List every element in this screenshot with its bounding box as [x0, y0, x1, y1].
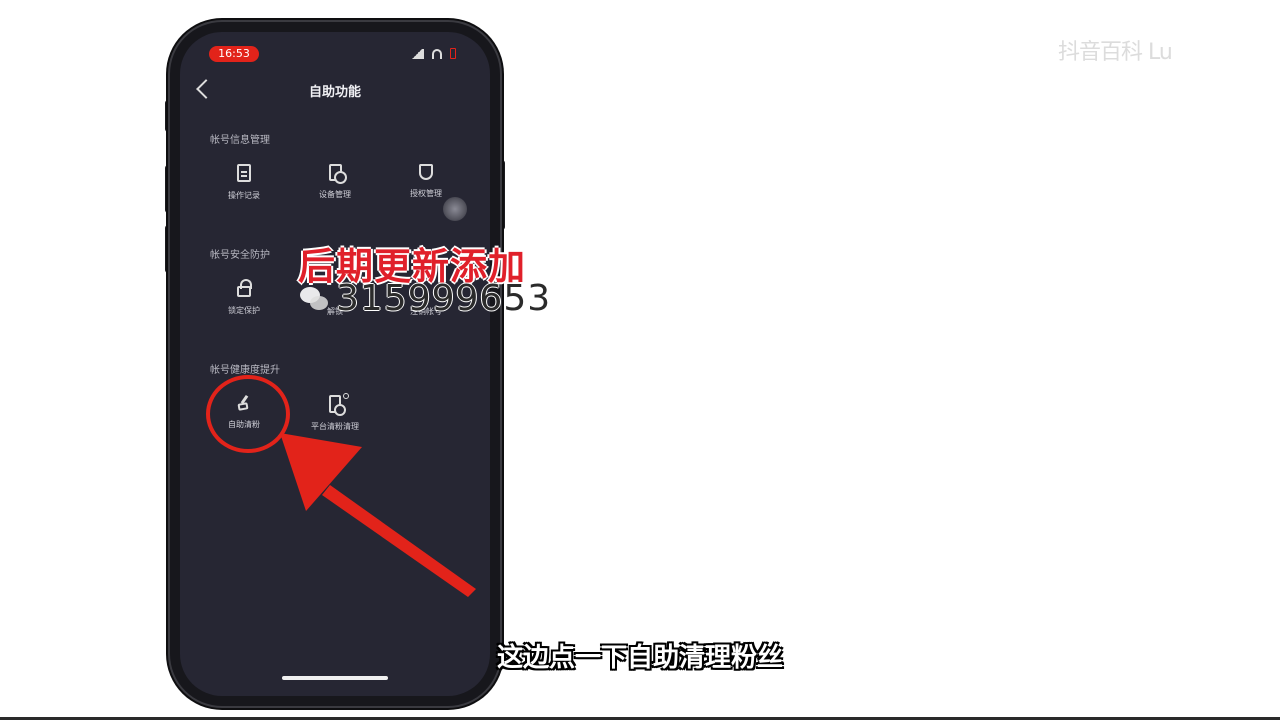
item-authorization-management[interactable]: 授权管理: [386, 164, 466, 199]
touch-indicator: [443, 197, 467, 221]
status-icons: [410, 48, 456, 59]
document-icon: [237, 164, 251, 182]
home-indicator[interactable]: [282, 676, 388, 680]
contact-number: 315999653: [336, 278, 552, 319]
video-subtitle: 这边点一下自助清理粉丝: [496, 643, 783, 673]
section-label-account-info: 帐号信息管理: [210, 135, 270, 146]
item-label: 设备管理: [319, 190, 351, 199]
item-device-management[interactable]: 设备管理: [295, 164, 375, 200]
badge-dot: [343, 393, 349, 399]
lock-icon: [237, 279, 252, 297]
section-label-account-health: 帐号健康度提升: [210, 365, 280, 376]
signal-icon: [410, 48, 424, 59]
overlay-contact: 315999653: [298, 278, 551, 319]
item-operation-log[interactable]: 操作记录: [204, 164, 284, 201]
device-icon: [328, 164, 347, 184]
item-label: 锁定保护: [228, 306, 260, 315]
phone-clean-icon: [329, 393, 349, 416]
status-time: 16:53: [209, 46, 259, 62]
red-arrow-icon: [280, 433, 476, 597]
item-label: 操作记录: [228, 191, 260, 200]
page-title: 自助功能: [308, 85, 361, 100]
wifi-icon: [432, 48, 442, 59]
item-lock-protection[interactable]: 锁定保护: [204, 278, 284, 316]
shield-icon: [419, 164, 433, 180]
wechat-icon: [298, 284, 332, 314]
battery-icon: [450, 48, 456, 59]
section-label-account-security: 帐号安全防护: [210, 250, 270, 261]
watermark-logo: 抖音百科 Lu: [1058, 40, 1173, 65]
